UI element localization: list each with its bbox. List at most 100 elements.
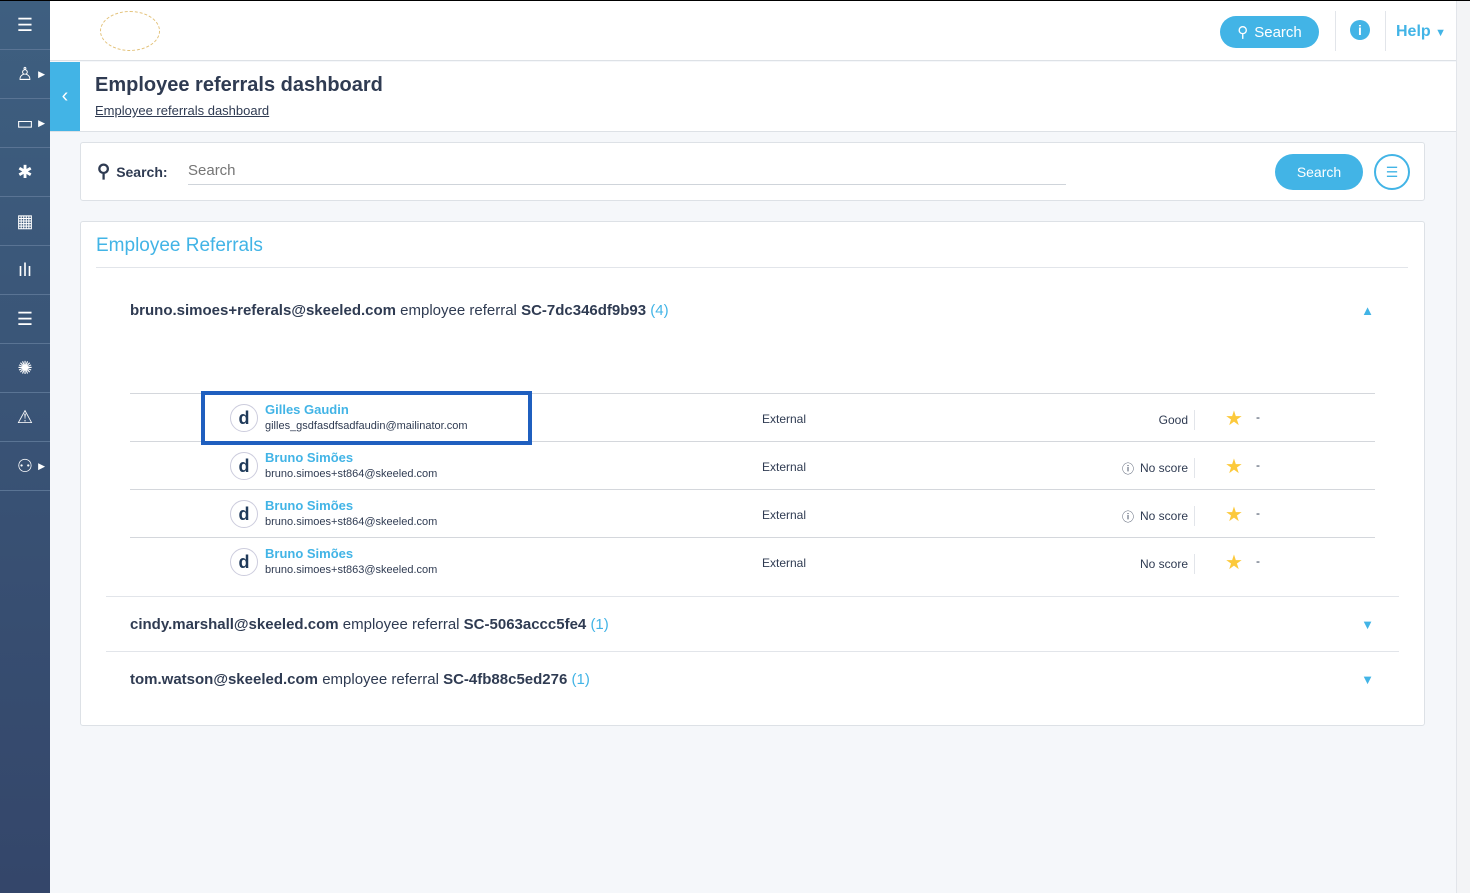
bar-chart-icon: ılı bbox=[17, 259, 32, 280]
search-icon: ⚲ bbox=[1237, 24, 1249, 41]
caret-down-icon[interactable]: ▼ bbox=[1361, 617, 1374, 632]
user-icon: ♙ bbox=[16, 63, 34, 84]
sidebar-item-network[interactable]: ✺ bbox=[0, 344, 50, 393]
search-icon: ⚲ bbox=[97, 161, 111, 181]
referral-group-header[interactable]: tom.watson@skeeled.com employee referral… bbox=[130, 671, 590, 688]
candidate-email: bruno.simoes+st863@skeeled.com bbox=[265, 564, 438, 576]
help-menu[interactable]: Help ▼ bbox=[1396, 23, 1446, 41]
chevron-left-icon: ‹ bbox=[61, 85, 69, 107]
candidate-name-link[interactable]: Bruno Simões bbox=[265, 450, 353, 465]
menu-icon: ☰ bbox=[16, 14, 34, 35]
filter-button[interactable]: ☰ bbox=[1374, 154, 1410, 190]
referral-code: SC-5063accc5fe4 bbox=[463, 616, 587, 633]
rating-value: - bbox=[1256, 554, 1260, 568]
score-badge: ⓘ No score bbox=[1122, 506, 1195, 526]
topbar: ⚲ Search i Help ▼ bbox=[50, 1, 1456, 61]
search-button[interactable]: Search bbox=[1275, 154, 1363, 190]
candidate-type: External bbox=[762, 460, 807, 474]
referral-text: employee referral bbox=[400, 302, 517, 319]
filter-icon: ☰ bbox=[1385, 163, 1399, 180]
score-label: Good bbox=[1158, 413, 1188, 427]
caret-down-icon: ▼ bbox=[1435, 27, 1446, 39]
star-icon[interactable]: ★ bbox=[1225, 406, 1243, 431]
asterisk-icon: ✱ bbox=[17, 161, 33, 182]
referral-count: (1) bbox=[571, 671, 590, 688]
referral-code: SC-4fb88c5ed276 bbox=[443, 671, 568, 688]
sidebar-item-asterisk[interactable]: ✱ bbox=[0, 148, 50, 197]
candidate-row[interactable]: d Bruno Simões bruno.simoes+st864@skeeled.… bbox=[130, 489, 1375, 537]
referrer-email: bruno.simoes+referals@skeeled.com bbox=[130, 302, 396, 319]
referral-text: employee referral bbox=[342, 616, 460, 633]
candidate-type: External bbox=[762, 508, 807, 522]
star-icon[interactable]: ★ bbox=[1225, 502, 1243, 527]
page-header: ‹ Employee referrals dashboard Employee … bbox=[50, 62, 1456, 132]
avatar: d bbox=[230, 548, 258, 576]
highlight-box bbox=[201, 391, 532, 445]
info-bulb-icon[interactable]: i bbox=[1350, 20, 1370, 40]
list-icon: ☰ bbox=[16, 308, 34, 329]
rating-value: - bbox=[1256, 506, 1260, 520]
collapse-button[interactable]: ‹ bbox=[50, 62, 80, 131]
divider bbox=[96, 267, 1408, 268]
referral-count: (1) bbox=[590, 616, 609, 633]
info-circle-icon[interactable]: ⓘ bbox=[1122, 508, 1134, 525]
caret-right-icon: ▶ bbox=[38, 117, 45, 128]
referral-count: (4) bbox=[650, 302, 669, 319]
sidebar-item-list[interactable]: ☰ bbox=[0, 295, 50, 344]
candidate-type: External bbox=[762, 556, 807, 570]
score-badge: ⓘ No score bbox=[1122, 458, 1195, 478]
employee-referrals-panel: Employee Referrals bruno.simoes+referals… bbox=[80, 221, 1425, 726]
feedback-icon: ⚠ bbox=[16, 406, 34, 427]
sidebar-item-folder[interactable]: ▭ ▶ bbox=[0, 99, 50, 148]
sidebar: ☰ ♙ ▶ ▭ ▶ ✱ ▦ ılı ☰ ✺ ⚠ ⚇ ▶ bbox=[0, 1, 50, 893]
users-icon: ⚇ bbox=[16, 455, 34, 476]
avatar: d bbox=[230, 500, 258, 528]
sidebar-item-user[interactable]: ♙ ▶ bbox=[0, 50, 50, 99]
star-icon[interactable]: ★ bbox=[1225, 454, 1243, 479]
referral-code: SC-7dc346df9b93 bbox=[521, 302, 647, 319]
score-label: No score bbox=[1139, 461, 1188, 475]
info-circle-icon[interactable]: ⓘ bbox=[1122, 460, 1134, 477]
referral-group-header[interactable]: cindy.marshall@skeeled.com employee refe… bbox=[130, 616, 609, 633]
sidebar-item-bar-chart[interactable]: ılı bbox=[0, 246, 50, 295]
rating-value: - bbox=[1256, 410, 1260, 424]
panel-title: Employee Referrals bbox=[96, 235, 263, 256]
caret-right-icon: ▶ bbox=[38, 460, 45, 471]
star-icon[interactable]: ★ bbox=[1225, 550, 1243, 575]
search-input[interactable] bbox=[188, 157, 1066, 185]
caret-up-icon[interactable]: ▲ bbox=[1361, 303, 1374, 318]
scrollbar[interactable] bbox=[1456, 1, 1470, 893]
search-label: ⚲ Search: bbox=[97, 161, 168, 181]
referrer-email: cindy.marshall@skeeled.com bbox=[130, 616, 339, 633]
divider bbox=[1335, 11, 1336, 51]
candidate-email: bruno.simoes+st864@skeeled.com bbox=[265, 516, 438, 528]
score-label: No score bbox=[1139, 509, 1188, 523]
divider bbox=[106, 596, 1399, 597]
caret-down-icon[interactable]: ▼ bbox=[1361, 672, 1374, 687]
top-search-button[interactable]: ⚲ Search bbox=[1220, 16, 1319, 48]
avatar: d bbox=[230, 452, 258, 480]
candidate-type: External bbox=[762, 412, 807, 426]
candidate-row[interactable]: d Bruno Simões bruno.simoes+st863@skeeled.… bbox=[130, 537, 1375, 585]
sidebar-item-feedback[interactable]: ⚠ bbox=[0, 393, 50, 442]
network-icon: ✺ bbox=[17, 357, 33, 378]
candidate-email: bruno.simoes+st864@skeeled.com bbox=[265, 468, 438, 480]
score-badge: No score bbox=[1140, 554, 1195, 574]
divider bbox=[1385, 11, 1386, 51]
breadcrumb[interactable]: Employee referrals dashboard bbox=[95, 103, 269, 118]
candidate-name-link[interactable]: Bruno Simões bbox=[265, 546, 353, 561]
candidate-row[interactable]: d Bruno Simões bruno.simoes+st864@skeeled.… bbox=[130, 441, 1375, 489]
sidebar-item-calendar[interactable]: ▦ bbox=[0, 197, 50, 246]
divider bbox=[106, 651, 1399, 652]
candidate-name-link[interactable]: Bruno Simões bbox=[265, 498, 353, 513]
sidebar-item-menu[interactable]: ☰ bbox=[0, 1, 50, 50]
referral-text: employee referral bbox=[322, 671, 439, 688]
score-label: No score bbox=[1139, 557, 1188, 571]
sidebar-item-users[interactable]: ⚇ ▶ bbox=[0, 442, 50, 491]
company-logo[interactable] bbox=[100, 11, 160, 51]
caret-right-icon: ▶ bbox=[38, 68, 45, 79]
folder-icon: ▭ bbox=[16, 112, 34, 133]
referral-group-header[interactable]: bruno.simoes+referals@skeeled.com employ… bbox=[130, 302, 669, 319]
search-bar: ⚲Search: Search ☰ bbox=[80, 142, 1425, 201]
rating-value: - bbox=[1256, 458, 1260, 472]
